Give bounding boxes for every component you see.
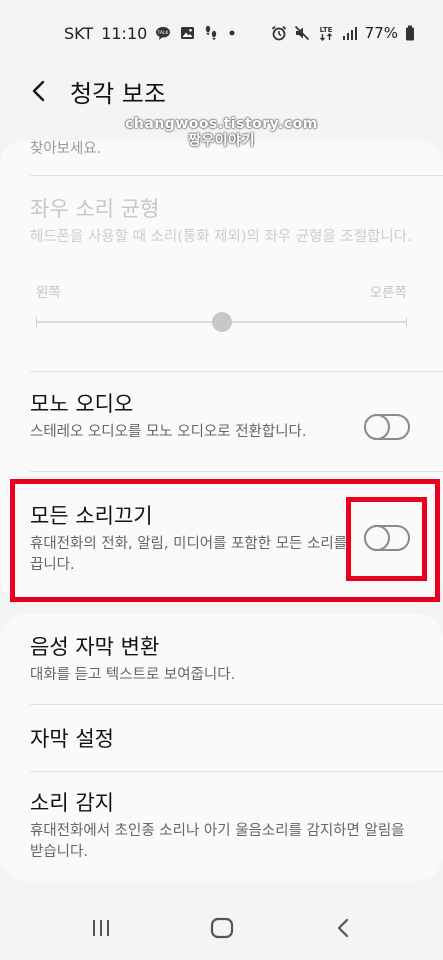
mono-audio-description: 스테레오 오디오를 모노 오디오로 전환합니다.	[30, 424, 307, 440]
back-button[interactable]	[313, 903, 373, 953]
divider	[30, 371, 443, 372]
home-button[interactable]	[192, 903, 252, 953]
divider	[30, 471, 443, 472]
balance-slider[interactable]	[36, 312, 407, 332]
signal-icon	[342, 25, 358, 41]
arrow-left-icon	[32, 80, 45, 102]
status-left: SKT 11:10 TALK	[64, 24, 237, 43]
mute-icon	[294, 25, 310, 41]
mono-audio-item[interactable]: 모노 오디오 스테레오 오디오를 모노 오디오로 전환합니다.	[30, 390, 353, 443]
status-right: LTE 77%	[271, 24, 415, 42]
svg-text:TALK: TALK	[157, 30, 170, 36]
dot-icon	[227, 25, 237, 41]
sound-detect-title: 소리 감지	[30, 791, 114, 815]
balance-title: 좌우 소리 균형	[30, 197, 160, 221]
divider	[30, 175, 443, 176]
image-icon	[179, 25, 195, 41]
back-icon	[337, 918, 348, 938]
talk-icon: TALK	[155, 25, 171, 41]
watermark: changwoos.tistory.com 짱우이야기	[0, 116, 443, 150]
sound-detect-description: 휴대전화에서 초인종 소리나 아기 울음소리를 감지하면 알림을 받습니다.	[30, 823, 405, 860]
recents-button[interactable]	[71, 903, 131, 953]
slider-tick	[406, 317, 407, 327]
balance-slider-thumb[interactable]	[211, 312, 232, 332]
balance-left-label: 왼쪽	[36, 285, 61, 301]
highlight-box-switch	[346, 497, 427, 581]
live-caption-title: 음성 자막 변환	[30, 635, 160, 659]
slider-tick	[36, 317, 37, 327]
sound-detect-item[interactable]: 소리 감지 휴대전화에서 초인종 소리나 아기 울음소리를 감지하면 알림을 받…	[30, 789, 413, 863]
watermark-blog-name: 짱우이야기	[188, 133, 255, 149]
lte-icon: LTE	[317, 25, 335, 41]
home-icon	[210, 917, 233, 939]
footsteps-icon	[203, 25, 219, 41]
divider	[30, 704, 443, 705]
balance-slider-labels: 왼쪽 오른쪽	[36, 281, 407, 301]
navigation-bar	[0, 896, 443, 960]
live-caption-item[interactable]: 음성 자막 변환 대화를 듣고 텍스트로 보여줍니다.	[30, 633, 413, 686]
app-bar: 청각 보조	[0, 66, 443, 116]
mono-audio-switch[interactable]	[364, 414, 410, 440]
balance-item: 좌우 소리 균형 헤드폰을 사용할 때 소리(통화 제외)의 좌우 균형을 조절…	[30, 195, 413, 248]
navigate-up-button[interactable]	[8, 66, 68, 116]
carrier-label: SKT	[64, 23, 94, 43]
status-bar: SKT 11:10 TALK LTE 77%	[0, 0, 443, 66]
settings-card-captions: 음성 자막 변환 대화를 듣고 텍스트로 보여줍니다. 자막 설정 소리 감지 …	[0, 614, 443, 881]
battery-icon	[405, 25, 415, 41]
alarm-icon	[271, 25, 287, 41]
divider	[30, 771, 443, 772]
caption-settings-title: 자막 설정	[30, 727, 114, 751]
live-caption-description: 대화를 듣고 텍스트로 보여줍니다.	[30, 667, 236, 683]
balance-description: 헤드폰을 사용할 때 소리(통화 제외)의 좌우 균형을 조절합니다.	[30, 229, 412, 245]
battery-percent: 77%	[364, 24, 398, 42]
clock: 11:10	[101, 23, 148, 43]
switch-knob	[364, 414, 390, 440]
caption-settings-item[interactable]: 자막 설정	[30, 725, 413, 753]
balance-right-label: 오른쪽	[369, 285, 407, 301]
watermark-url: changwoos.tistory.com	[125, 116, 318, 132]
page-title: 청각 보조	[70, 79, 166, 108]
mono-audio-title: 모노 오디오	[30, 392, 134, 416]
svg-text:LTE: LTE	[319, 26, 332, 34]
recents-icon	[92, 920, 109, 936]
